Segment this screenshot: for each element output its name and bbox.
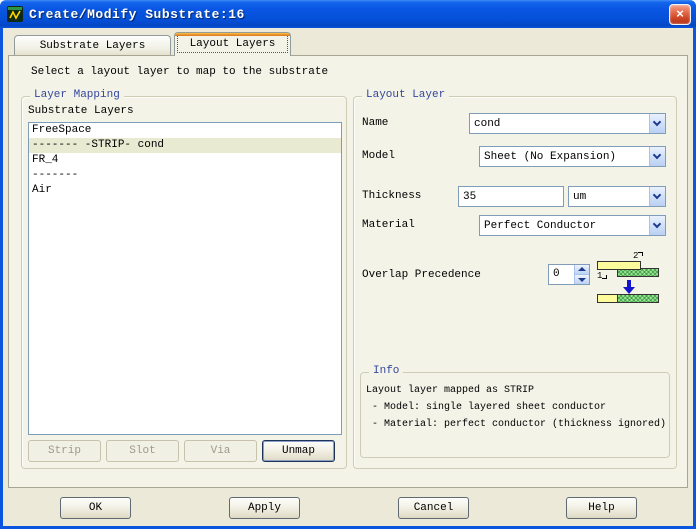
overlap-precedence-label: Overlap Precedence <box>362 269 481 281</box>
name-combobox[interactable]: cond <box>469 113 666 134</box>
help-button[interactable]: Help <box>566 497 637 519</box>
list-item-fr4[interactable]: FR_4 <box>29 153 341 168</box>
via-button: Via <box>184 440 257 462</box>
instruction-text: Select a layout layer to map to the subs… <box>31 66 329 78</box>
overlap-precedence-spinner[interactable]: 0 <box>548 264 590 285</box>
ok-button[interactable]: OK <box>60 497 131 519</box>
thickness-unit-value: um <box>573 190 587 203</box>
slot-button: Slot <box>106 440 179 462</box>
thickness-input[interactable] <box>458 186 564 207</box>
spinner-buttons <box>574 265 589 284</box>
list-item-freespace[interactable]: FreeSpace <box>29 123 341 138</box>
substrate-layers-label: Substrate Layers <box>28 105 134 117</box>
model-combobox-value: Sheet (No Expansion) <box>484 150 617 163</box>
name-label: Name <box>362 117 389 129</box>
layer-mapping-group-label: Layer Mapping <box>30 89 124 101</box>
overlap-precedence-value: 0 <box>553 268 560 280</box>
precedence-diagram: 2 1 <box>595 252 661 304</box>
close-icon[interactable]: × <box>669 4 691 25</box>
model-combobox[interactable]: Sheet (No Expansion) <box>479 146 666 167</box>
apply-button[interactable]: Apply <box>229 497 300 519</box>
material-combobox-value: Perfect Conductor <box>484 219 597 232</box>
chevron-down-icon[interactable] <box>649 147 665 166</box>
info-group-label: Info <box>369 365 404 377</box>
thickness-unit-combobox[interactable]: um <box>568 186 666 207</box>
thickness-label: Thickness <box>362 190 422 202</box>
dialog-window: Create/Modify Substrate:16 × Substrate L… <box>0 0 696 529</box>
name-combobox-value: cond <box>474 117 501 130</box>
list-item-divider[interactable]: ------- <box>29 168 341 183</box>
title-bar[interactable]: Create/Modify Substrate:16 × <box>0 0 696 28</box>
app-icon <box>7 6 23 22</box>
cancel-button[interactable]: Cancel <box>398 497 469 519</box>
spinner-down-icon[interactable] <box>575 275 589 284</box>
chevron-down-icon[interactable] <box>649 216 665 235</box>
info-line-mapped: Layout layer mapped as STRIP <box>366 385 535 396</box>
layout-layer-group: Layout Layer Name cond Model Sheet (No E… <box>353 89 677 469</box>
material-label: Material <box>362 219 415 231</box>
mapping-button-row: Strip Slot Via Unmap <box>28 440 335 462</box>
chevron-down-icon[interactable] <box>649 187 665 206</box>
tab-layout-layers[interactable]: Layout Layers <box>174 32 291 56</box>
diagram-layer2-label: 2 <box>633 252 644 261</box>
diagram-layer1-bar <box>597 261 641 270</box>
layer-mapping-group: Layer Mapping Substrate Layers FreeSpace… <box>21 89 347 469</box>
list-item-air[interactable]: Air <box>29 183 341 198</box>
tab-substrate-layers[interactable]: Substrate Layers <box>14 35 171 56</box>
material-combobox[interactable]: Perfect Conductor <box>479 215 666 236</box>
chevron-down-icon[interactable] <box>649 114 665 133</box>
info-line-material: - Material: perfect conductor (thickness… <box>366 419 667 430</box>
substrate-layers-list[interactable]: FreeSpace ------- -STRIP- cond FR_4 ----… <box>28 122 342 435</box>
info-group: Info Layout layer mapped as STRIP - Mode… <box>360 365 670 458</box>
layout-layer-group-label: Layout Layer <box>362 89 450 101</box>
diagram-layer1-label: 1 <box>597 272 608 281</box>
strip-button: Strip <box>28 440 101 462</box>
info-line-model: - Model: single layered sheet conductor <box>366 402 607 413</box>
diagram-result-bar <box>597 294 659 303</box>
list-item-strip-cond[interactable]: ------- -STRIP- cond <box>29 138 341 153</box>
unmap-button[interactable]: Unmap <box>262 440 335 462</box>
tab-page: Select a layout layer to map to the subs… <box>8 55 688 488</box>
model-label: Model <box>362 150 396 162</box>
window-title: Create/Modify Substrate:16 <box>29 6 245 22</box>
spinner-up-icon[interactable] <box>575 265 589 275</box>
